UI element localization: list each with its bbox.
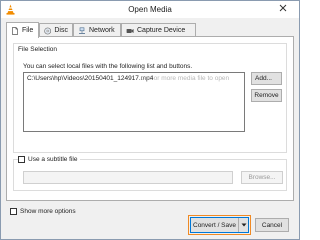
tab-capture-device[interactable]: Capture Device: [121, 23, 196, 37]
file-selection-group: File Selection You can select local file…: [13, 43, 287, 153]
subtitle-checkbox-row[interactable]: Use a subtitle file: [18, 156, 80, 163]
title-bar: Open Media: [1, 1, 299, 18]
disc-icon: [44, 27, 52, 34]
network-icon: [79, 27, 85, 34]
capture-device-icon: [126, 28, 134, 33]
tab-file[interactable]: File: [6, 22, 39, 38]
subtitle-checkbox[interactable]: [18, 156, 25, 163]
subtitle-path-input: [23, 171, 233, 184]
show-more-options-row[interactable]: Show more options: [10, 208, 76, 215]
file-list[interactable]: C:\Users\hp\Videos\20150401_124917.mp4 o…: [23, 72, 245, 132]
file-icon: [12, 26, 18, 35]
convert-dropdown-toggle[interactable]: [238, 218, 248, 232]
list-item[interactable]: C:\Users\hp\Videos\20150401_124917.mp4: [27, 75, 153, 82]
file-selection-title: File Selection: [18, 46, 58, 53]
cancel-button[interactable]: Cancel: [255, 218, 289, 232]
chevron-down-icon: [241, 223, 246, 227]
browse-button: Browse...: [241, 171, 283, 184]
add-button[interactable]: Add...: [251, 72, 282, 85]
show-more-label: Show more options: [20, 208, 76, 215]
tab-network[interactable]: Network: [73, 23, 121, 37]
convert-save-button[interactable]: Convert / Save: [188, 215, 251, 235]
subtitle-group: Use a subtitle file Browse...: [13, 156, 287, 191]
file-tab-panel: File Selection You can select local file…: [6, 36, 294, 201]
tab-network-label: Network: [89, 27, 115, 34]
window-title: Open Media: [128, 5, 172, 14]
tab-file-label: File: [22, 27, 34, 34]
show-more-checkbox[interactable]: [10, 208, 17, 215]
close-button[interactable]: [273, 2, 293, 16]
tab-disc[interactable]: Disc: [39, 23, 73, 37]
file-selection-description: You can select local files with the foll…: [23, 63, 193, 70]
tooltip-ghost-text: one or more media file to open: [141, 75, 230, 82]
open-media-dialog: Open Media File Disc Network Capture Dev…: [0, 0, 300, 240]
remove-button[interactable]: Remove: [251, 89, 282, 102]
tab-disc-label: Disc: [54, 27, 68, 34]
tab-strip: File Disc Network Capture Device: [6, 22, 296, 38]
convert-save-label: Convert / Save: [193, 221, 236, 229]
close-icon: [279, 4, 287, 14]
subtitle-checkbox-label: Use a subtitle file: [28, 156, 78, 163]
tab-capture-device-label: Capture Device: [137, 27, 186, 34]
